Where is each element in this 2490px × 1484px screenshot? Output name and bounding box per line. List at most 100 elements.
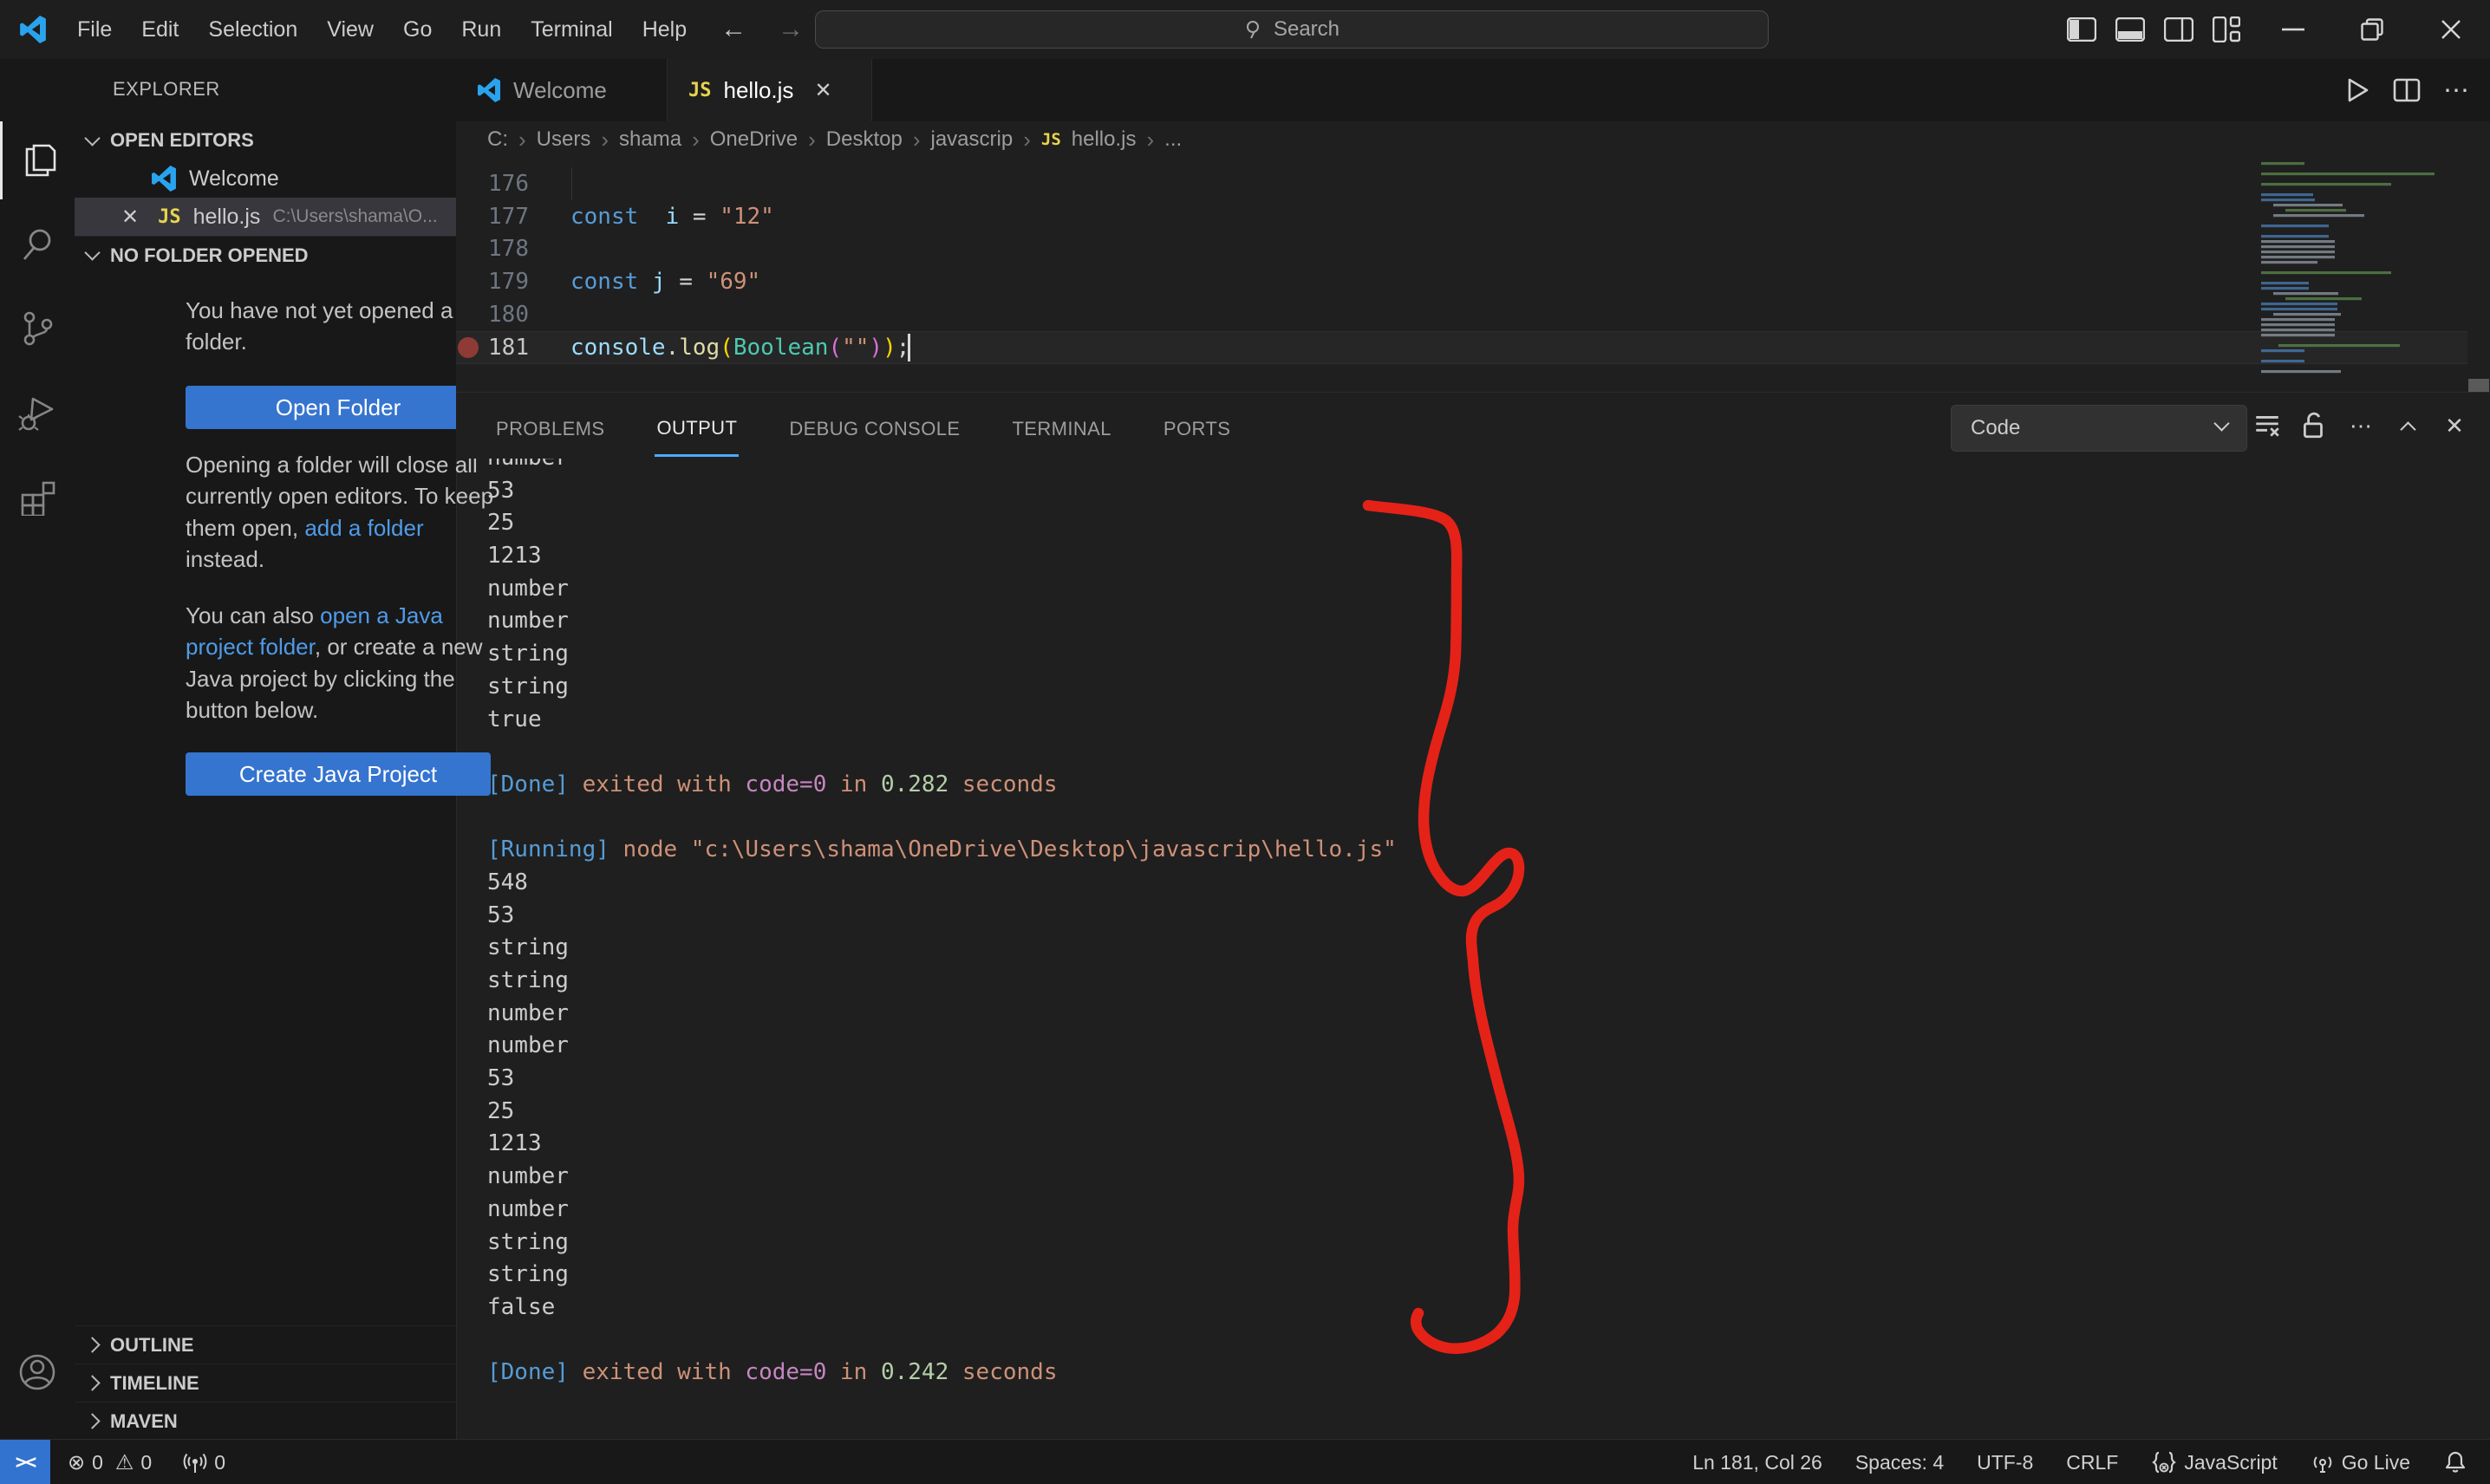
tab-hello-js[interactable]: JS hello.js ✕ (668, 59, 872, 122)
maximize-panel-icon[interactable] (2393, 411, 2422, 440)
menu-bar: FileEditSelectionViewGoRunTerminalHelp (62, 17, 701, 42)
panel-tab-debug-console[interactable]: DEBUG CONSOLE (787, 396, 961, 455)
code-text: const i = "12" (570, 200, 774, 233)
breadcrumb-item[interactable]: Desktop (826, 127, 903, 152)
tab-welcome[interactable]: Welcome (456, 59, 668, 121)
title-bar: FileEditSelectionViewGoRunTerminalHelp ←… (0, 0, 2490, 60)
menu-terminal[interactable]: Terminal (516, 17, 627, 42)
breadcrumb-item[interactable]: Users (537, 127, 591, 152)
chevron-right-icon (84, 1337, 100, 1352)
activity-bar: ⚙ (0, 59, 75, 1441)
scrollbar-thumb[interactable] (2468, 379, 2489, 393)
eol-sequence[interactable]: CRLF (2066, 1451, 2118, 1474)
open-editors-section[interactable]: OPEN EDITORS (75, 121, 456, 159)
customize-layout-icon[interactable] (2213, 16, 2240, 42)
breadcrumb-separator-icon: › (808, 127, 816, 153)
language-mode[interactable]: JavaScript (2151, 1451, 2277, 1474)
panel-header: PROBLEMS OUTPUT DEBUG CONSOLE TERMINAL PORTS… (456, 392, 2490, 459)
timeline-section[interactable]: TIMELINE (75, 1364, 456, 1402)
back-arrow-button[interactable]: ← (708, 15, 759, 44)
close-window-button[interactable] (2411, 0, 2490, 59)
run-debug-icon[interactable] (0, 373, 75, 451)
menu-help[interactable]: Help (628, 17, 701, 42)
open-folder-button[interactable]: Open Folder (186, 386, 491, 429)
menu-run[interactable]: Run (447, 17, 516, 42)
open-editor-welcome[interactable]: Welcome (75, 159, 456, 198)
unlock-icon[interactable] (2299, 411, 2329, 440)
close-panel-icon[interactable]: ✕ (2440, 411, 2469, 440)
split-editor-icon[interactable] (2393, 76, 2421, 104)
menu-file[interactable]: File (62, 17, 127, 42)
maven-section[interactable]: MAVEN (75, 1402, 456, 1440)
breadcrumb-item[interactable]: shama (619, 127, 681, 152)
close-editor-icon[interactable]: ✕ (121, 205, 139, 230)
panel-tab-terminal[interactable]: TERMINAL (1010, 396, 1112, 455)
indentation[interactable]: Spaces: 4 (1855, 1451, 1944, 1474)
code-text: const j = "69" (570, 265, 760, 298)
menu-go[interactable]: Go (388, 17, 447, 42)
breadcrumb-separator-icon: › (601, 127, 609, 153)
code-editor[interactable]: ///* ---------------- BOOLEAN ----------… (456, 158, 2490, 392)
forward-arrow-button[interactable]: → (766, 15, 816, 44)
notifications-bell-icon[interactable] (2443, 1450, 2467, 1474)
window-controls (2253, 0, 2490, 59)
search-input[interactable]: Search (815, 10, 1769, 49)
output-line: [Done] exited with code=0 in 0.282 secon… (487, 769, 2490, 802)
toggle-sidebar-icon[interactable] (2067, 17, 2096, 42)
account-icon[interactable] (0, 1333, 75, 1411)
open-editor-hello-js[interactable]: ✕ JS hello.js C:\Users\shama\O... (75, 198, 456, 236)
output-channel-dropdown[interactable]: Code (1951, 405, 2247, 452)
toggle-secondary-sidebar-icon[interactable] (2164, 17, 2193, 42)
code-line-176: 176 (456, 167, 2467, 200)
problems-status[interactable]: ⊗ 0 ⚠ 0 (68, 1450, 152, 1475)
outline-section[interactable]: OUTLINE (75, 1325, 456, 1364)
explorer-icon[interactable] (0, 121, 77, 199)
go-live[interactable]: Go Live (2311, 1450, 2410, 1474)
vscode-window: FileEditSelectionViewGoRunTerminalHelp ←… (0, 0, 2490, 1484)
menu-view[interactable]: View (312, 17, 388, 42)
source-control-icon[interactable] (0, 290, 75, 368)
close-tab-icon[interactable]: ✕ (814, 78, 831, 103)
breadcrumb-item[interactable]: ... (1164, 127, 1182, 152)
editor-actions: ⋯ (2343, 59, 2469, 121)
ports-status[interactable]: 0 (183, 1450, 225, 1474)
restore-button[interactable] (2332, 0, 2411, 59)
breadcrumb-item[interactable]: C: (487, 127, 508, 152)
minimize-button[interactable] (2253, 0, 2332, 59)
panel-tab-output[interactable]: OUTPUT (655, 395, 739, 457)
create-java-project-button[interactable]: Create Java Project (186, 752, 491, 796)
output-line: 25 (487, 507, 2490, 540)
js-file-icon: JS (688, 80, 712, 101)
output-console[interactable]: number53251213numbernumberstringstringtr… (487, 442, 2490, 1439)
sidebar-title: EXPLORER (113, 78, 220, 101)
encoding[interactable]: UTF-8 (1977, 1451, 2033, 1474)
minimap[interactable] (2258, 159, 2467, 394)
breadcrumb-item[interactable]: OneDrive (710, 127, 798, 152)
line-number: 178 (456, 232, 529, 265)
explorer-sidebar: EXPLORER ⋯ OPEN EDITORS Welcome ✕ JS hel… (75, 59, 457, 1441)
panel-tab-ports[interactable]: PORTS (1162, 396, 1232, 455)
panel-actions: ⋯ ✕ (2252, 393, 2469, 459)
panel-tab-problems[interactable]: PROBLEMS (494, 396, 606, 455)
menu-selection[interactable]: Selection (193, 17, 312, 42)
no-folder-opened-section[interactable]: NO FOLDER OPENED (75, 236, 456, 274)
add-a-folder-link[interactable]: add a folder (304, 515, 423, 541)
output-line: string (487, 671, 2490, 704)
clear-output-icon[interactable] (2252, 411, 2282, 440)
chevron-right-icon (84, 1375, 100, 1390)
toggle-panel-icon[interactable] (2115, 17, 2145, 42)
run-file-icon[interactable] (2343, 76, 2370, 104)
remote-indicator[interactable]: >< (0, 1440, 50, 1484)
output-line (487, 1325, 2490, 1357)
search-sidebar-icon[interactable] (0, 205, 75, 283)
editor-scrollbar[interactable] (2467, 158, 2490, 392)
extensions-icon[interactable] (0, 457, 75, 535)
line-number: 176 (456, 167, 529, 200)
breadcrumb-item[interactable]: javascrip (931, 127, 1014, 152)
text-cursor (908, 334, 910, 361)
cursor-position[interactable]: Ln 181, Col 26 (1692, 1451, 1822, 1474)
menu-edit[interactable]: Edit (127, 17, 193, 42)
more-actions-icon[interactable]: ⋯ (2443, 75, 2469, 106)
panel-more-actions-icon[interactable]: ⋯ (2346, 411, 2376, 440)
breadcrumb-item[interactable]: hello.js (1072, 127, 1137, 152)
